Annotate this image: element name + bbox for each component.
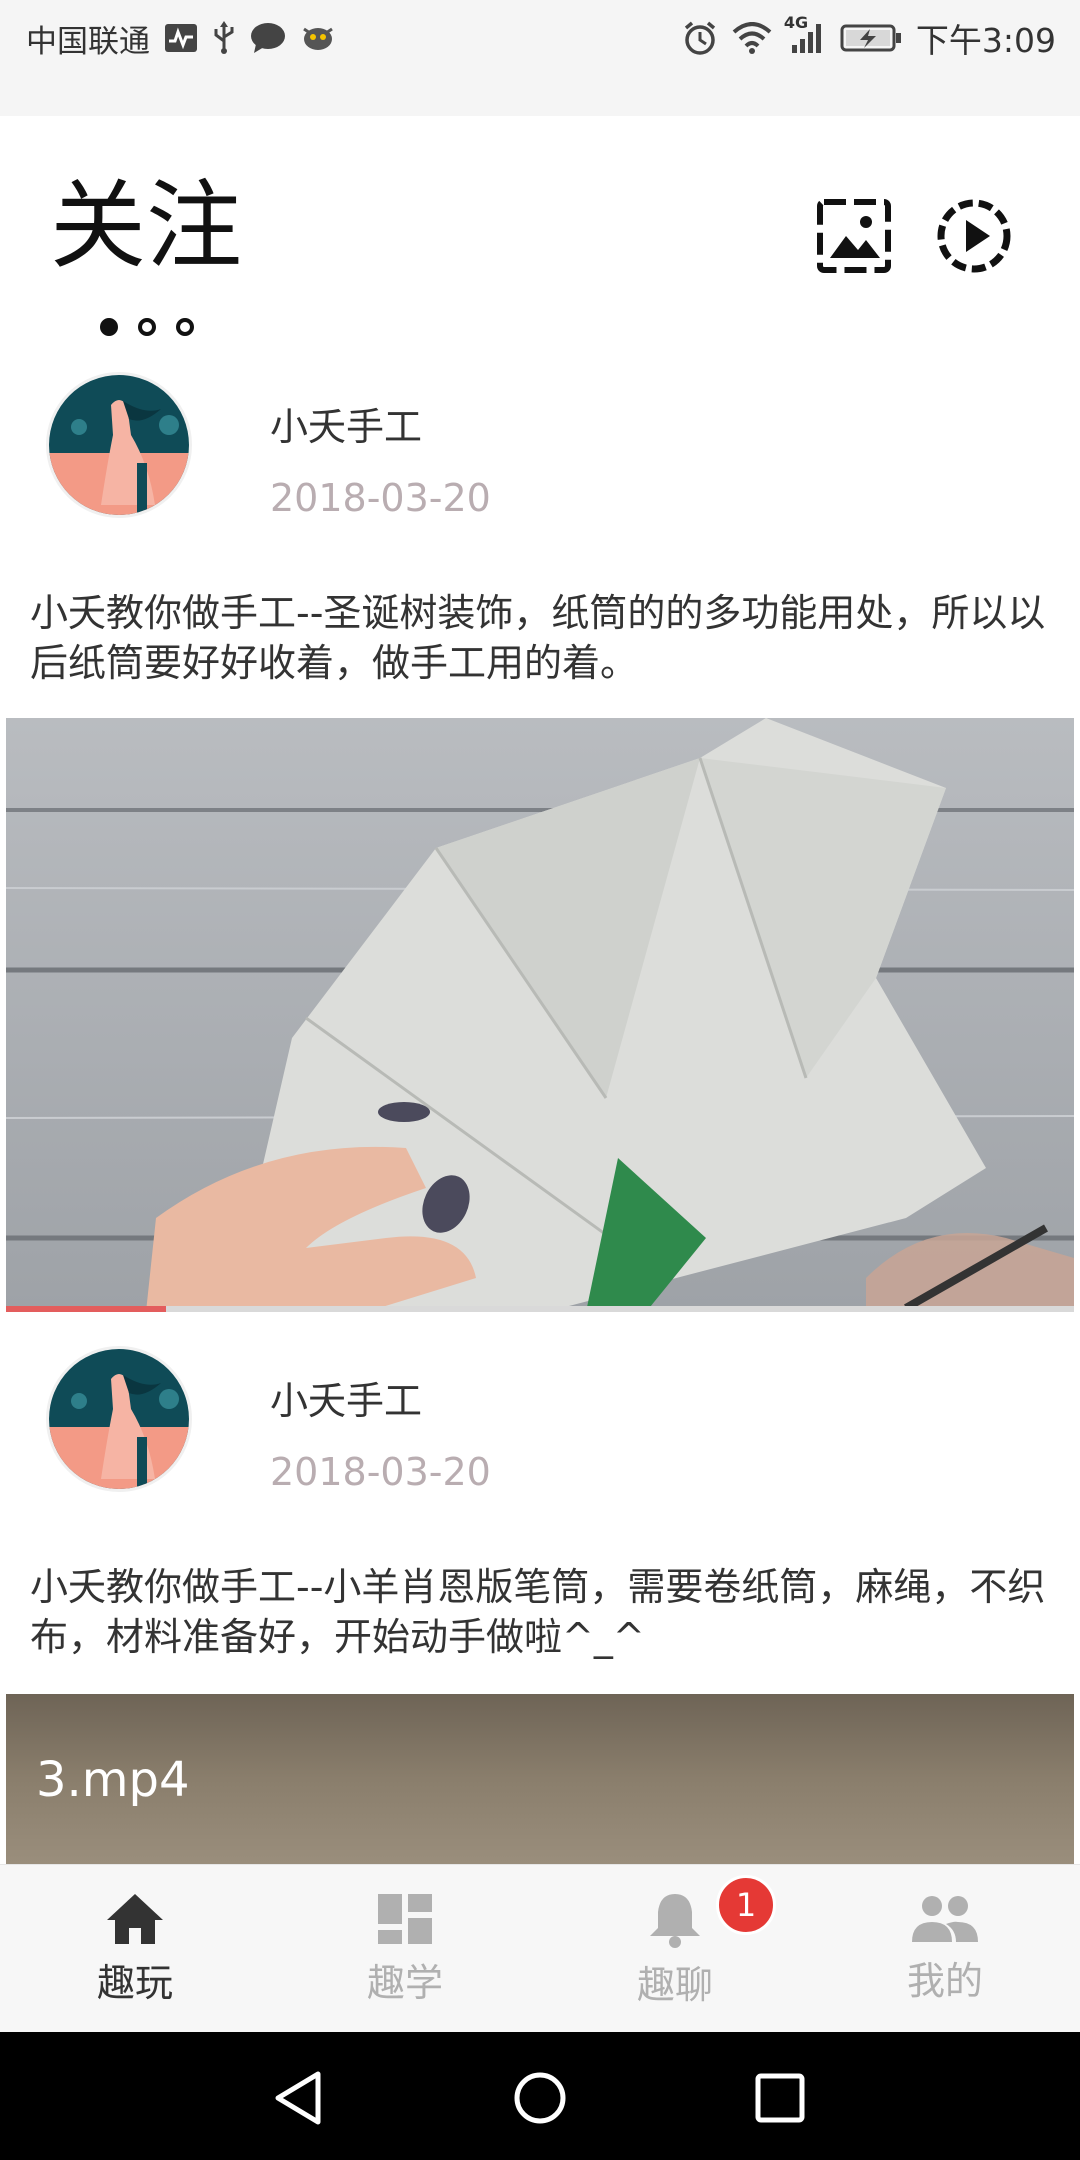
alarm-icon	[682, 20, 718, 56]
status-right: 4G 下午3:09	[682, 13, 1056, 62]
post-date: 2018-03-20	[270, 1450, 491, 1494]
nav-item-wode[interactable]: 我的	[810, 1865, 1080, 2033]
dashboard-icon	[378, 1893, 432, 1944]
status-bar: 中国联通 4G 下午3:09	[0, 0, 1080, 116]
nav-label: 我的	[906, 1958, 983, 2003]
nav-item-quwan[interactable]: 趣玩	[0, 1865, 270, 2033]
page-dot	[138, 318, 156, 336]
author-name[interactable]: 小夭手工	[270, 396, 422, 451]
bottom-navigation: 趣玩 趣学 趣聊 1 我的	[0, 1864, 1080, 2032]
back-icon[interactable]	[272, 2070, 324, 2130]
app-notification-icon	[300, 23, 336, 53]
video-progress-track[interactable]	[6, 1306, 1074, 1312]
photo-filter-icon[interactable]	[814, 196, 894, 276]
chat-icon	[250, 22, 286, 54]
network-type-label: 4G	[783, 13, 809, 32]
page-dot-active	[100, 318, 118, 336]
system-navigation-bar	[0, 2032, 1080, 2160]
feed-post[interactable]: 小夭手工 2018-03-20 小夭教你做手工--圣诞树装饰，纸筒的的多功能用处…	[0, 360, 1080, 1320]
video-player[interactable]: 3.mp4	[6, 1694, 1074, 1864]
feed-post[interactable]: 小夭手工 2018-03-20 小夭教你做手工--小羊肖恩版笔筒，需要卷纸筒，麻…	[0, 1334, 1080, 1864]
page-title: 关注	[50, 170, 242, 282]
signal-icon: 4G	[784, 13, 826, 55]
post-date: 2018-03-20	[270, 476, 491, 520]
nav-label: 趣玩	[96, 1960, 173, 2005]
usb-icon	[212, 21, 236, 55]
wifi-icon	[732, 22, 772, 54]
nav-item-quxue[interactable]: 趣学	[270, 1865, 540, 2033]
bell-icon	[650, 1893, 700, 1948]
recents-icon[interactable]	[754, 2072, 806, 2128]
people-icon	[912, 1895, 978, 1942]
status-left: 中国联通	[26, 14, 336, 62]
home-nav-icon[interactable]	[512, 2070, 568, 2130]
video-filename: 3.mp4	[36, 1752, 190, 1808]
notification-badge: 1	[716, 1875, 776, 1935]
author-name[interactable]: 小夭手工	[270, 1370, 422, 1425]
video-filter-icon[interactable]	[934, 196, 1014, 276]
clock-label: 下午3:09	[915, 21, 1056, 60]
post-description: 小夭教你做手工--圣诞树装饰，纸筒的的多功能用处，所以以后纸筒要好好收着，做手工…	[30, 591, 1046, 685]
battery-icon	[840, 23, 902, 53]
video-player[interactable]	[6, 718, 1074, 1312]
video-progress-fill	[6, 1306, 167, 1312]
post-description: 小夭教你做手工--小羊肖恩版笔筒，需要卷纸筒，麻绳，不织布，材料准备好，开始动手…	[30, 1565, 1046, 1659]
activity-icon	[164, 23, 198, 53]
page-indicator	[100, 318, 194, 336]
carrier-label: 中国联通	[26, 23, 150, 60]
video-frame	[6, 718, 1074, 1312]
nav-label: 趣学	[366, 1960, 443, 2005]
home-icon	[107, 1893, 163, 1944]
author-avatar[interactable]	[46, 1346, 192, 1492]
page-dot	[176, 318, 194, 336]
author-avatar[interactable]	[46, 372, 192, 518]
nav-label: 趣聊	[636, 1962, 713, 2007]
